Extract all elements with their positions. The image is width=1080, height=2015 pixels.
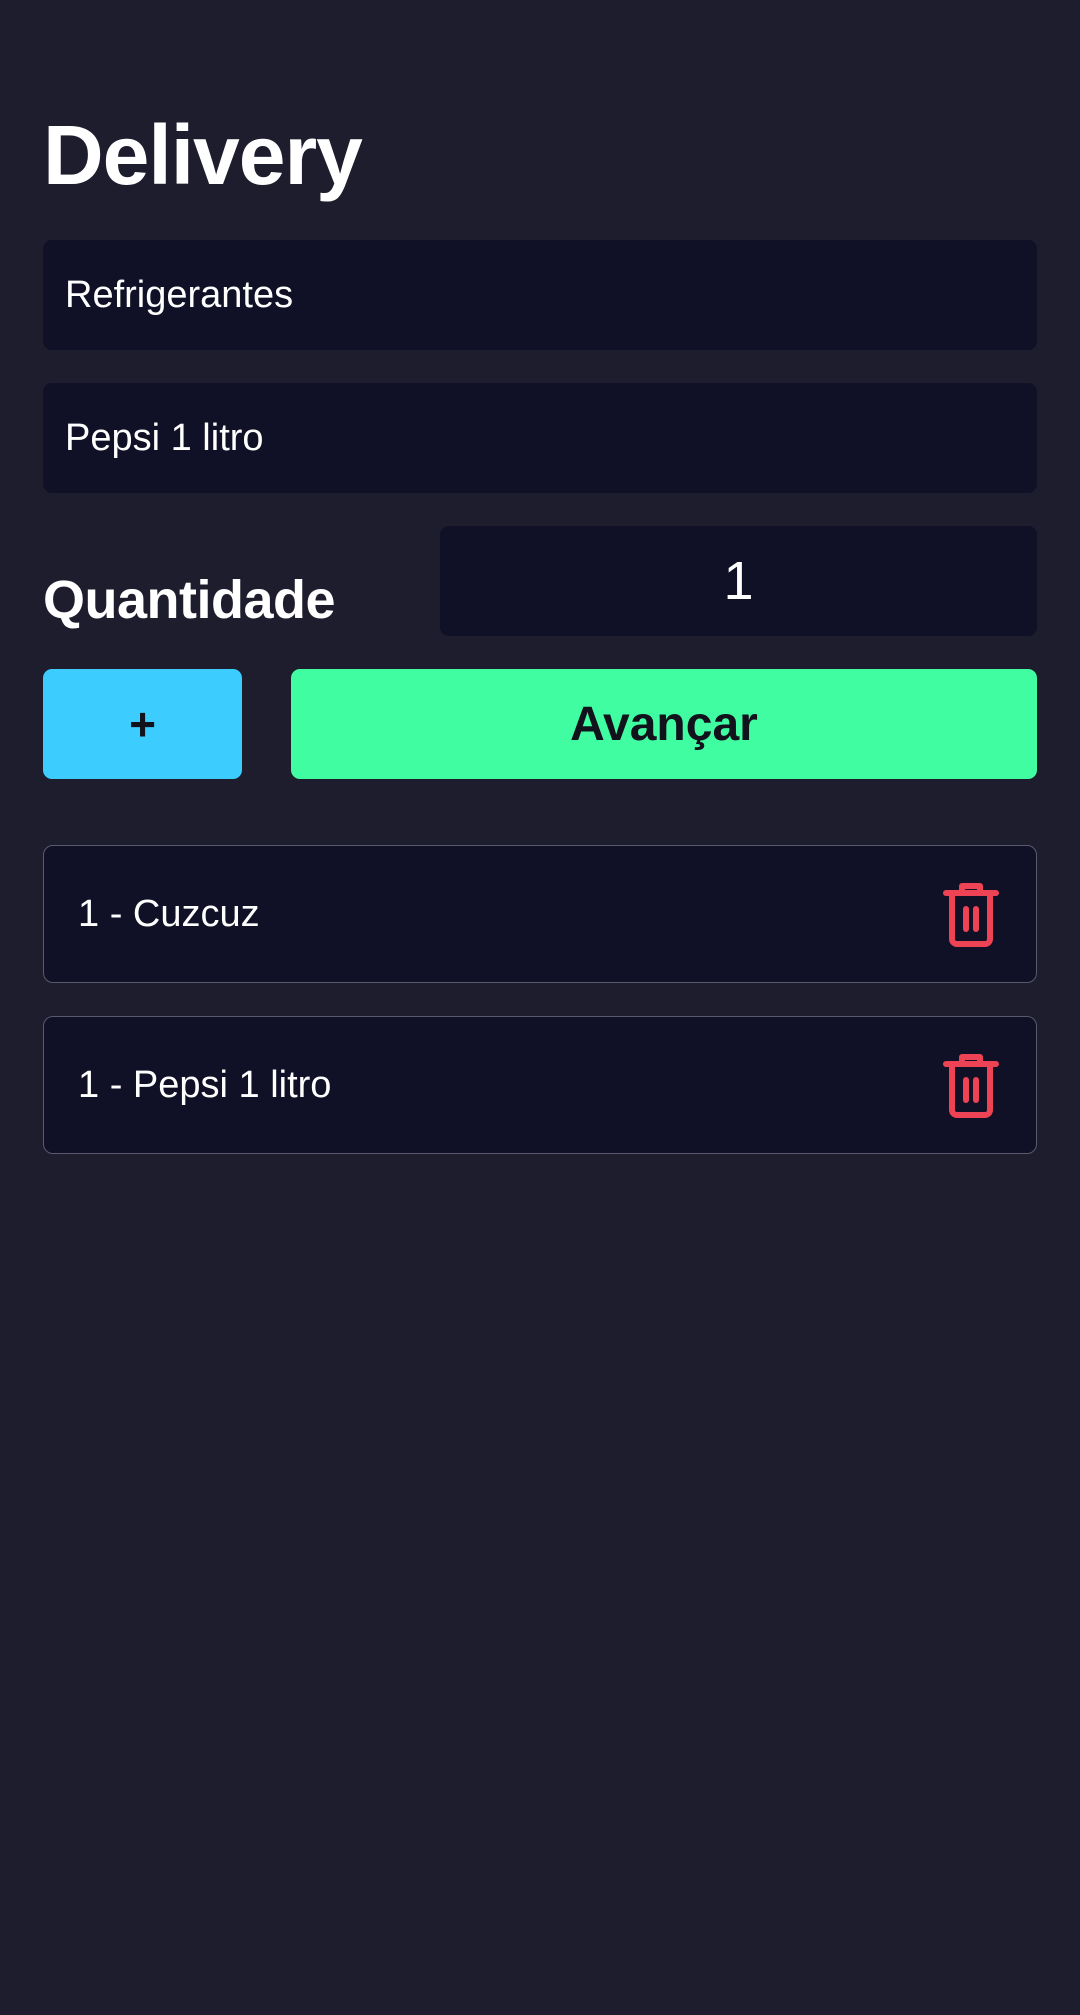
order-list-item: 1 - Cuzcuz xyxy=(43,845,1037,983)
order-item-label: 1 - Pepsi 1 litro xyxy=(78,1063,332,1106)
order-list-item: 1 - Pepsi 1 litro xyxy=(43,1016,1037,1154)
page-title: Delivery xyxy=(43,108,363,202)
next-button[interactable]: Avançar xyxy=(291,669,1037,779)
trash-icon[interactable] xyxy=(940,1051,1002,1119)
quantity-label: Quantidade xyxy=(43,570,336,630)
trash-icon[interactable] xyxy=(940,880,1002,948)
category-select-value: Refrigerantes xyxy=(65,273,294,316)
product-select[interactable]: Pepsi 1 litro xyxy=(43,383,1037,493)
quantity-input-value: 1 xyxy=(723,551,754,611)
quantity-input[interactable]: 1 xyxy=(440,526,1037,636)
product-select-value: Pepsi 1 litro xyxy=(65,416,264,459)
add-item-button[interactable]: + xyxy=(43,669,242,779)
order-item-label: 1 - Cuzcuz xyxy=(78,892,260,935)
category-select[interactable]: Refrigerantes xyxy=(43,240,1037,350)
